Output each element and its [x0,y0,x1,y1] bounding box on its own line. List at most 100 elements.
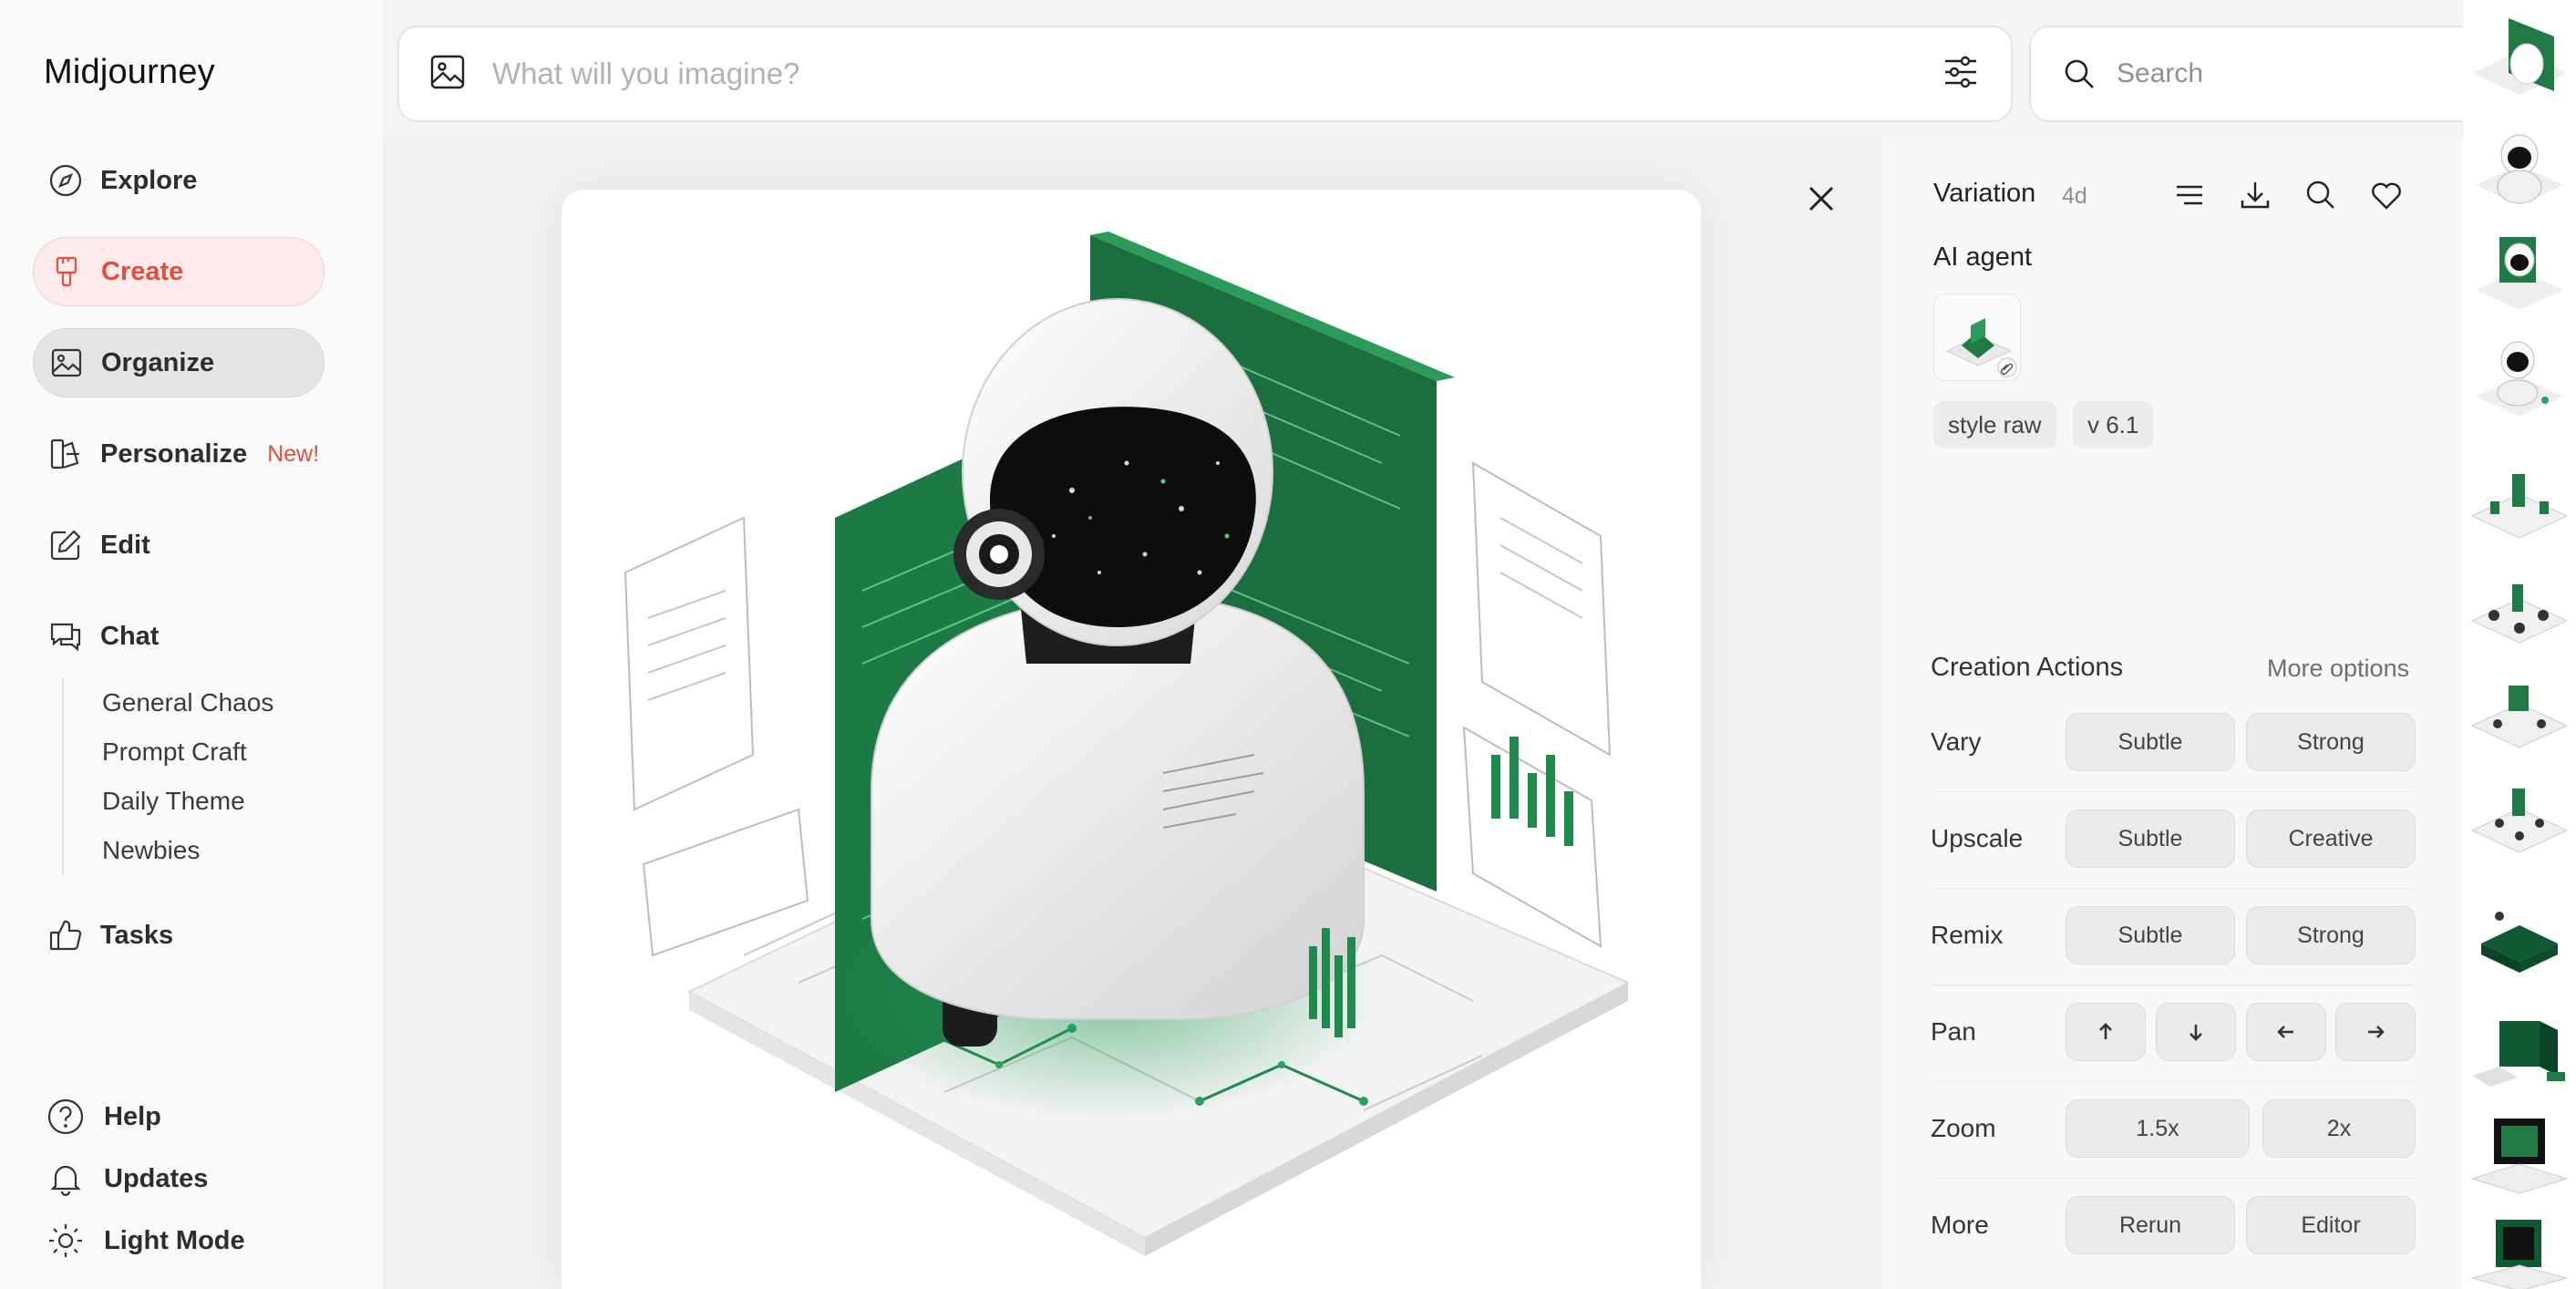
pan-right-button[interactable] [2335,1003,2416,1061]
pan-left-button[interactable] [2246,1003,2326,1061]
pan-up-button[interactable] [2066,1003,2146,1061]
palette-icon [47,436,84,472]
imagine-bar [397,26,2013,122]
row-divider [1931,791,2416,792]
nav-label: Personalize [100,438,248,469]
thumbnail-item[interactable] [2463,9,2576,109]
vary-strong-button[interactable]: Strong [2246,713,2416,771]
generated-image[interactable] [562,190,1701,1289]
upscale-subtle-button[interactable]: Subtle [2066,809,2235,868]
chat-icon [47,618,84,655]
nav-label: Chat [100,621,160,651]
thumbnail-item[interactable] [2463,456,2576,556]
editor-button[interactable]: Editor [2246,1196,2416,1254]
sun-icon [49,1224,82,1257]
bell-icon [50,1165,81,1197]
heart-icon[interactable] [2368,177,2405,213]
updates-button[interactable]: Updates [46,1156,208,1201]
app-logo[interactable]: Midjourney [44,53,215,92]
compass-icon [47,162,84,199]
zoom-label: Zoom [1931,1114,1996,1142]
nav-create[interactable]: Create [33,237,325,306]
more-label: More [1931,1211,1989,1239]
zoom-1-5x-button[interactable]: 1.5x [2066,1099,2250,1158]
thumbs-up-icon [47,917,84,954]
timestamp: 4d [2062,183,2087,209]
thumbnail-item[interactable] [2463,889,2576,989]
chat-channel-item[interactable]: Newbies [102,826,273,875]
help-label: Help [104,1101,161,1131]
upscale-creative-button[interactable]: Creative [2246,809,2416,868]
upscale-label: Upscale [1931,824,2024,852]
search-icon [2065,59,2094,88]
help-circle-icon [47,1098,84,1135]
panel-title: Variation [1933,179,2036,208]
imagine-prompt-input[interactable] [492,57,1940,91]
search-input[interactable] [2117,58,2472,89]
close-icon [1808,186,1834,211]
thumbnail-item[interactable] [2463,561,2576,661]
light-mode-label: Light Mode [104,1225,245,1255]
nav-label: Explore [100,165,198,195]
help-button[interactable]: Help [46,1094,161,1139]
more-options-link[interactable]: More options [2267,655,2409,683]
version-tag[interactable]: v 6.1 [2073,401,2154,449]
nav-label: Create [101,256,184,286]
zoom-2x-button[interactable]: 2x [2262,1099,2416,1158]
nav-personalize[interactable]: Personalize New! [33,419,334,489]
arrow-up-icon [2099,1023,2112,1039]
thumbnail-item[interactable] [2463,1194,2576,1289]
nav-tasks[interactable]: Tasks [33,901,325,970]
reference-image [1934,294,2020,380]
new-badge: New! [267,440,320,467]
light-mode-toggle[interactable]: Light Mode [46,1218,245,1263]
nav-edit[interactable]: Edit [33,510,325,580]
image-icon [48,345,85,381]
remix-strong-button[interactable]: Strong [2246,906,2416,964]
remix-label: Remix [1931,921,2004,949]
chat-channel-item[interactable]: General Chaos [102,678,273,727]
nav-chat[interactable]: Chat [33,602,325,671]
chat-channel-item[interactable]: Prompt Craft [102,727,273,777]
sidebar: Midjourney Explore Create Organize Perso… [0,0,383,1289]
nav-label: Organize [101,347,215,377]
thumbnail-item[interactable] [2463,665,2576,766]
creation-actions-title: Creation Actions [1931,653,2124,682]
thumbnail-item[interactable] [2463,770,2576,871]
search-similar-icon[interactable] [2303,177,2339,213]
nav-label: Edit [100,530,150,560]
pan-label: Pan [1931,1017,1976,1046]
download-icon[interactable] [2237,177,2273,213]
thumbnail-item[interactable] [2463,1098,2576,1199]
thumbnail-item[interactable] [2463,994,2576,1094]
image-upload-icon[interactable] [428,53,467,96]
updates-label: Updates [104,1163,209,1193]
ai-robot-illustration [623,232,1631,1256]
remix-subtle-button[interactable]: Subtle [2066,906,2235,964]
edit-icon [47,527,84,563]
nav-explore[interactable]: Explore [33,146,325,215]
rerun-button[interactable]: Rerun [2066,1196,2235,1254]
thumbnail-item[interactable] [2463,114,2576,214]
vary-subtle-button[interactable]: Subtle [2066,713,2235,771]
nav-organize[interactable]: Organize [33,328,325,397]
menu-lines-icon[interactable] [2171,177,2208,213]
settings-sliders-icon[interactable] [1940,51,1982,98]
chat-channel-item[interactable]: Daily Theme [102,777,273,826]
reference-image-thumbnail[interactable] [1933,294,2021,381]
arrow-left-icon [2277,1026,2293,1038]
prompt-text[interactable]: AI agent [1933,242,2032,273]
row-divider [1931,1081,2416,1082]
style-tag[interactable]: style raw [1933,401,2056,449]
close-button[interactable] [1801,179,1841,219]
brush-icon [48,253,85,290]
nav-label: Tasks [100,920,174,950]
chat-channel-list: General Chaos Prompt Craft Daily Theme N… [62,678,273,875]
thumbnail-item[interactable] [2463,219,2576,319]
row-divider [1931,1178,2416,1179]
row-divider [1931,888,2416,889]
thumbnail-strip [2463,0,2576,1289]
pan-down-button[interactable] [2156,1003,2236,1061]
arrow-right-icon [2368,1026,2385,1038]
thumbnail-item[interactable] [2463,324,2576,424]
